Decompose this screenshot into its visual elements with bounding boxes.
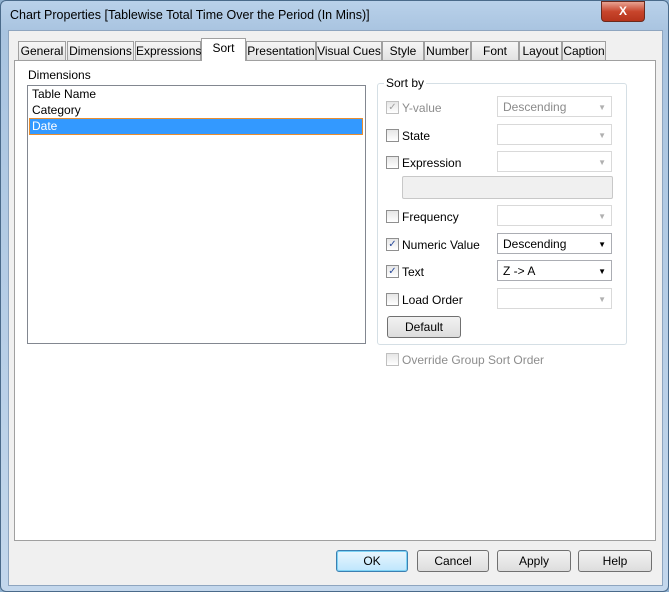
frequency-checkbox[interactable] xyxy=(386,210,399,223)
frequency-dropdown[interactable]: ▼ xyxy=(497,205,612,226)
load-order-label: Load Order xyxy=(402,293,463,307)
chevron-down-icon: ▼ xyxy=(598,131,606,140)
state-dropdown[interactable]: ▼ xyxy=(497,124,612,145)
frequency-label: Frequency xyxy=(402,210,459,224)
chevron-down-icon: ▼ xyxy=(598,103,606,112)
state-checkbox[interactable] xyxy=(386,129,399,142)
ok-button[interactable]: OK xyxy=(336,550,408,572)
load-order-dropdown[interactable]: ▼ xyxy=(497,288,612,309)
expression-dropdown[interactable]: ▼ xyxy=(497,151,612,172)
list-item[interactable]: Table Name xyxy=(30,87,362,102)
help-button[interactable]: Help xyxy=(578,550,652,572)
tab-sort[interactable]: Sort xyxy=(201,38,246,61)
tab-layout[interactable]: Layout xyxy=(519,41,562,60)
tab-dimensions[interactable]: Dimensions xyxy=(67,41,134,60)
tab-general[interactable]: General xyxy=(18,41,66,60)
numeric-value-checkbox[interactable]: ✓ xyxy=(386,238,399,251)
tab-visual-cues[interactable]: Visual Cues xyxy=(316,41,382,60)
text-label: Text xyxy=(402,265,425,279)
chevron-down-icon: ▼ xyxy=(598,212,606,221)
state-label: State xyxy=(402,129,431,143)
chevron-down-icon: ▼ xyxy=(598,295,606,304)
numeric-value-selected: Descending xyxy=(503,237,567,251)
close-button[interactable]: X xyxy=(601,1,645,22)
text-checkbox[interactable]: ✓ xyxy=(386,265,399,278)
y-value-checkbox[interactable]: ✓ xyxy=(386,101,399,114)
tab-presentation[interactable]: Presentation xyxy=(246,41,316,60)
list-item[interactable]: Category xyxy=(30,103,362,118)
tab-style[interactable]: Style xyxy=(382,41,424,60)
numeric-value-dropdown[interactable]: Descending ▼ xyxy=(497,233,612,254)
tab-font[interactable]: Font xyxy=(471,41,519,60)
y-value-dropdown[interactable]: Descending ▼ xyxy=(497,96,612,117)
text-selected: Z -> A xyxy=(503,264,536,278)
text-dropdown[interactable]: Z -> A ▼ xyxy=(497,260,612,281)
list-item-selected[interactable]: Date xyxy=(29,118,363,135)
tab-caption[interactable]: Caption xyxy=(562,41,606,60)
y-value-selected: Descending xyxy=(503,100,567,114)
expression-input[interactable] xyxy=(402,176,613,199)
chevron-down-icon: ▼ xyxy=(598,240,606,249)
dimensions-list[interactable]: Table Name Category Date xyxy=(27,85,366,344)
expression-checkbox[interactable] xyxy=(386,156,399,169)
window-title: Chart Properties [Tablewise Total Time O… xyxy=(10,8,370,22)
apply-button[interactable]: Apply xyxy=(497,550,571,572)
sort-by-label: Sort by xyxy=(384,76,427,90)
y-value-label: Y-value xyxy=(402,101,442,115)
chevron-down-icon: ▼ xyxy=(598,158,606,167)
chevron-down-icon: ▼ xyxy=(598,267,606,276)
default-button[interactable]: Default xyxy=(387,316,461,338)
load-order-checkbox[interactable] xyxy=(386,293,399,306)
override-checkbox[interactable] xyxy=(386,353,399,366)
dimensions-label: Dimensions xyxy=(28,68,91,82)
tab-number[interactable]: Number xyxy=(424,41,471,60)
expression-label: Expression xyxy=(402,156,462,170)
cancel-button[interactable]: Cancel xyxy=(417,550,489,572)
numeric-value-label: Numeric Value xyxy=(402,238,480,252)
tab-expressions[interactable]: Expressions xyxy=(135,41,201,60)
override-label: Override Group Sort Order xyxy=(402,353,545,367)
